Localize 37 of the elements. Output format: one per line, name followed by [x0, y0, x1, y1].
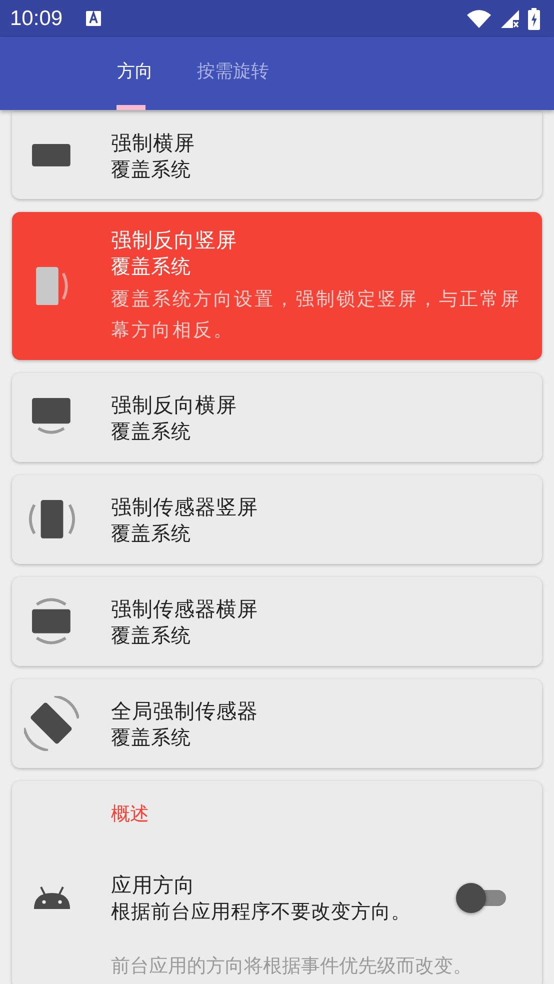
section-header: 概述 [110, 802, 150, 827]
landscape-screen-icon [32, 144, 71, 167]
setting-summary: 根据前台应用程序不要改变方向。 [111, 899, 412, 925]
setting-description: 前台应用的方向将根据事件优先级而改变。 [110, 954, 473, 979]
landscape-sensor-icon [32, 598, 71, 645]
screen-rotate-icon [24, 696, 79, 751]
orientation-option[interactable]: 强制横屏 覆盖系统 [12, 112, 542, 199]
orientation-option[interactable]: 全局强制传感器 覆盖系统 [12, 679, 542, 768]
option-subtitle: 覆盖系统 [111, 724, 192, 750]
battery-icon [528, 8, 540, 30]
orientation-option[interactable]: 强制反向横屏 覆盖系统 [12, 373, 542, 462]
portrait-rotate-icon [36, 266, 68, 306]
orientation-option[interactable]: 强制传感器横屏 覆盖系统 [12, 577, 542, 666]
option-subtitle: 覆盖系统 [111, 254, 192, 280]
orientation-option[interactable]: 强制反向竖屏 覆盖系统 覆盖系统方向设置，强制锁定竖屏，与正常屏幕方向相反。 [12, 212, 542, 360]
tab[interactable]: 方向 [95, 37, 175, 110]
option-subtitle: 覆盖系统 [111, 622, 192, 648]
option-title: 强制横屏 [111, 130, 196, 156]
android-icon [32, 885, 72, 911]
clock: 10:09 [10, 6, 63, 30]
landscape-rotate-icon [32, 398, 71, 437]
keyboard-a-icon [84, 10, 102, 27]
option-title: 强制反向竖屏 [111, 227, 238, 254]
toggle-switch[interactable] [456, 882, 506, 914]
option-title: 强制反向横屏 [111, 392, 238, 418]
option-title: 强制传感器横屏 [111, 596, 259, 622]
option-description: 覆盖系统方向设置，强制锁定竖屏，与正常屏幕方向相反。 [111, 288, 522, 343]
option-subtitle: 覆盖系统 [111, 418, 192, 444]
option-subtitle: 覆盖系统 [111, 156, 192, 182]
wifi-icon [466, 8, 492, 28]
option-title: 全局强制传感器 [111, 698, 259, 724]
signal-icon [500, 8, 520, 28]
setting-title: 应用方向 [111, 872, 196, 899]
option-title: 强制传感器竖屏 [111, 494, 259, 520]
option-subtitle: 覆盖系统 [111, 520, 192, 546]
portrait-sensor-icon [28, 500, 76, 539]
orientation-option[interactable]: 强制传感器竖屏 覆盖系统 [12, 475, 542, 564]
